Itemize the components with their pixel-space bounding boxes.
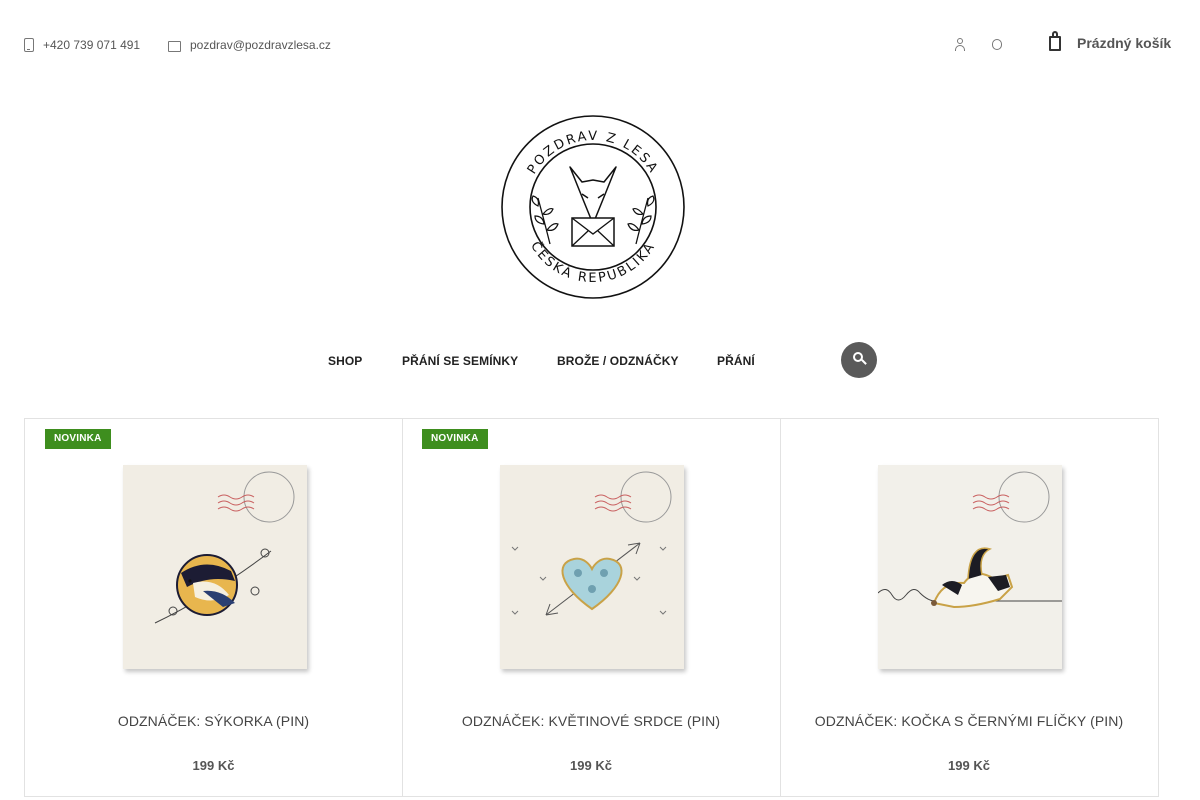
main-nav: SHOP PŘÁNÍ SE SEMÍNKY BROŽE / ODZNÁČKY P… — [0, 342, 1200, 378]
top-bar: +420 739 071 491 pozdrav@pozdravzlesa.cz… — [0, 0, 1200, 90]
product-price: 199 Kč — [948, 758, 990, 773]
new-badge: NOVINKA — [45, 429, 111, 449]
phone-contact[interactable]: +420 739 071 491 — [24, 38, 140, 52]
product-card[interactable]: NOVINKA ODZNÁČEK: SÝKORKA (PIN) 199 Kč — [24, 419, 403, 797]
logo-top-text: POZDRAV Z LESA — [525, 129, 661, 177]
product-image[interactable] — [878, 465, 1062, 669]
product-name[interactable]: ODZNÁČEK: KOČKA S ČERNÝMI FLÍČKY (PIN) — [780, 713, 1158, 729]
cart-button[interactable]: Prázdný košík — [1048, 30, 1171, 52]
phone-icon — [24, 38, 34, 52]
mail-icon — [168, 40, 181, 52]
product-price: 199 Kč — [570, 758, 612, 773]
product-card[interactable]: ODZNÁČEK: KOČKA S ČERNÝMI FLÍČKY (PIN) 1… — [780, 419, 1159, 797]
email-contact[interactable]: pozdrav@pozdravzlesa.cz — [168, 38, 331, 52]
site-logo[interactable]: POZDRAV Z LESA ČESKÁ REPUBLIKA — [500, 114, 686, 300]
product-image[interactable] — [123, 465, 307, 669]
product-grid: NOVINKA ODZNÁČEK: SÝKORKA (PIN) 199 Kč N… — [24, 418, 1159, 800]
shopping-bag-icon — [1048, 30, 1062, 52]
logo-emblem: POZDRAV Z LESA ČESKÁ REPUBLIKA — [501, 115, 685, 299]
email-address[interactable]: pozdrav@pozdravzlesa.cz — [190, 38, 331, 52]
product-price: 199 Kč — [192, 758, 235, 773]
nav-shop[interactable]: SHOP — [328, 354, 362, 368]
nav-prani-se-seminky[interactable]: PŘÁNÍ SE SEMÍNKY — [402, 354, 518, 368]
user-icon[interactable] — [953, 36, 967, 54]
new-badge: NOVINKA — [422, 429, 488, 449]
search-button[interactable] — [841, 342, 877, 378]
product-name[interactable]: ODZNÁČEK: KVĚTINOVÉ SRDCE (PIN) — [402, 713, 780, 729]
nav-broze-odznacky[interactable]: BROŽE / ODZNÁČKY — [557, 354, 679, 368]
nav-prani[interactable]: PŘÁNÍ — [717, 354, 755, 368]
phone-number[interactable]: +420 739 071 491 — [43, 38, 140, 52]
wishlist-icon[interactable] — [990, 36, 1004, 54]
product-card[interactable]: NOVINKA ODZNÁČEK: KVĚTINOVÉ SRDCE (PIN) … — [402, 419, 781, 797]
product-name[interactable]: ODZNÁČEK: SÝKORKA (PIN) — [25, 713, 402, 729]
cart-label[interactable]: Prázdný košík — [1077, 35, 1171, 51]
product-image[interactable] — [500, 465, 684, 669]
